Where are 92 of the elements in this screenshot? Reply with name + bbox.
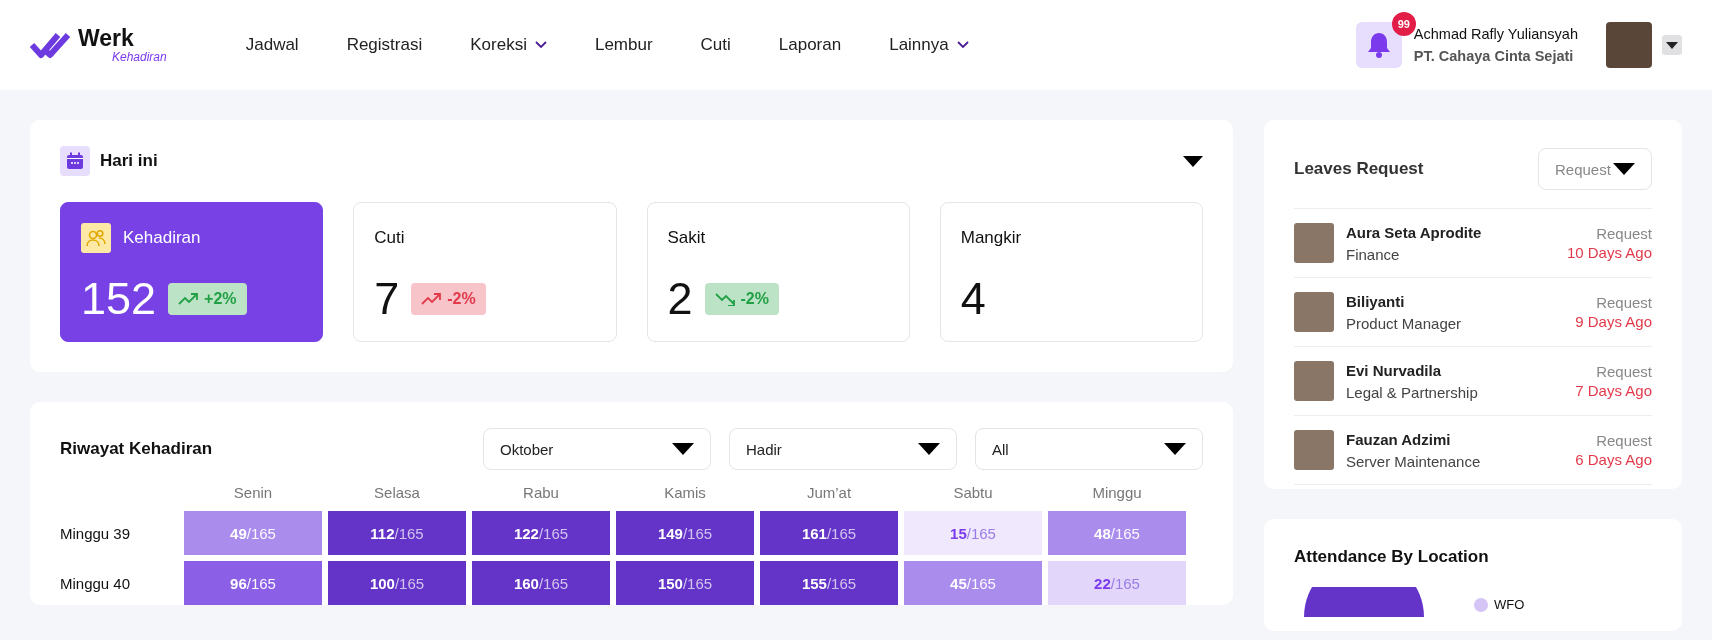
heatmap-cell: 100/165 <box>328 561 466 605</box>
week-label: Minggu 39 <box>60 524 132 542</box>
caret-icon <box>672 443 694 455</box>
check-logo-icon <box>30 31 72 59</box>
day-header: Rabu <box>522 484 560 503</box>
heatmap-cell: 49/165 <box>184 511 322 555</box>
section-title: Riwayat Kehadiran <box>60 439 214 459</box>
heatmap-cell: 22/165 <box>1048 561 1186 605</box>
stat-label: Mangkir <box>960 228 1022 248</box>
stat-label: Cuti <box>374 228 405 248</box>
day-header: Selasa <box>373 484 421 503</box>
nav-link[interactable]: Jadwal <box>221 27 323 63</box>
employee-name: Fauzan Adzimi <box>1346 430 1452 448</box>
request-age: 9 Days Ago <box>1575 313 1652 330</box>
department-text: Server Maintenance <box>1346 452 1482 470</box>
department-text: Legal & Partnership <box>1346 383 1479 401</box>
photo-placeholder <box>1294 223 1334 263</box>
stat-label: Sakit <box>667 228 706 248</box>
section-title: Hari ini <box>100 151 159 171</box>
day-header: Minggu <box>1091 484 1143 503</box>
logo-text: Werk <box>78 27 135 50</box>
calendar-icon <box>60 146 90 176</box>
caret-icon <box>1666 41 1678 49</box>
legend-label: WFO <box>1494 597 1525 612</box>
heatmap-cell: 15/165 <box>904 511 1042 555</box>
user-menu-button[interactable] <box>1662 35 1682 55</box>
stat-value: 7 <box>374 276 400 321</box>
filter-dropdown[interactable]: Hadir <box>729 428 957 470</box>
day-header: Kamis <box>663 484 707 503</box>
caret-icon <box>1613 163 1635 175</box>
day-header: Sabtu <box>952 484 994 503</box>
heatmap-cell: 112/165 <box>328 511 466 555</box>
filter-dropdown[interactable]: Oktober <box>483 428 711 470</box>
stat-card[interactable]: Cuti 7 -2% <box>353 202 617 342</box>
avatar-photo-placeholder <box>1606 22 1652 68</box>
stat-value: 152 <box>81 276 157 321</box>
employee-name: Biliyanti <box>1346 292 1406 310</box>
request-status: Request <box>1596 432 1652 449</box>
department-text: Product Manager <box>1346 314 1463 332</box>
section-title: Leaves Request <box>1294 159 1424 179</box>
nav-link[interactable]: Koreksi <box>446 27 571 63</box>
caret-icon <box>1164 443 1186 455</box>
trend-badge: -2% <box>411 282 486 315</box>
trend-badge: -2% <box>704 282 779 315</box>
filter-dropdown[interactable]: All <box>975 428 1203 470</box>
request-status: Request <box>1596 363 1652 380</box>
heatmap-cell: 96/165 <box>184 561 322 605</box>
request-status: Request <box>1596 294 1652 311</box>
trend-badge: +2% <box>168 282 247 315</box>
stat-card[interactable]: Sakit 2 -2% <box>646 202 910 342</box>
request-status: Request <box>1596 225 1652 242</box>
employee-name: Aura Seta Aprodite <box>1346 223 1483 241</box>
department-text: Finance <box>1346 245 1401 263</box>
stat-value: 2 <box>667 276 693 321</box>
stat-value: 4 <box>960 276 986 321</box>
notification-badge: 99 <box>1391 12 1416 36</box>
day-header: Jum’at <box>805 484 853 503</box>
heatmap-cell: 160/165 <box>472 561 610 605</box>
nav-link[interactable]: Laporan <box>754 27 866 63</box>
request-age: 6 Days Ago <box>1575 451 1652 468</box>
caret-icon <box>918 443 940 455</box>
caret-icon <box>1183 155 1203 167</box>
heatmap-cell: 155/165 <box>760 561 898 605</box>
bell-icon <box>1365 31 1392 59</box>
stat-label: Kehadiran <box>123 228 201 248</box>
nav-link[interactable]: Lembur <box>570 27 677 63</box>
nav-link[interactable]: Registrasi <box>322 27 447 63</box>
heatmap-cell: 161/165 <box>760 511 898 555</box>
photo-placeholder <box>1294 361 1334 401</box>
photo-placeholder <box>1294 430 1334 470</box>
heatmap-cell: 149/165 <box>616 511 754 555</box>
user-name: Achmad Rafly Yuliansyah <box>1413 26 1578 42</box>
people-icon <box>81 223 111 253</box>
company-name: PT. Cahaya Cinta Sejati <box>1413 48 1575 64</box>
nav-link[interactable]: Cuti <box>676 27 755 63</box>
stat-card[interactable]: Mangkir 4 <box>939 202 1203 342</box>
nav-link[interactable]: Lainnya <box>865 27 993 63</box>
section-title: Attendance By Location <box>1294 547 1490 567</box>
collapse-button[interactable] <box>1183 155 1203 167</box>
request-age: 10 Days Ago <box>1566 244 1652 261</box>
stat-card[interactable]: Kehadiran 152 +2% <box>60 202 324 342</box>
week-label: Minggu 40 <box>60 574 132 592</box>
logo-tagline: Kehadiran <box>112 51 167 63</box>
heatmap-cell: 48/165 <box>1048 511 1186 555</box>
status-dropdown[interactable]: Request <box>1538 148 1652 190</box>
photo-placeholder <box>1294 292 1334 332</box>
heatmap-cell: 45/165 <box>904 561 1042 605</box>
day-header: Senin <box>232 484 274 503</box>
request-age: 7 Days Ago <box>1575 382 1652 399</box>
heatmap-cell: 122/165 <box>472 511 610 555</box>
heatmap-cell: 150/165 <box>616 561 754 605</box>
employee-name: Evi Nurvadila <box>1346 361 1443 379</box>
